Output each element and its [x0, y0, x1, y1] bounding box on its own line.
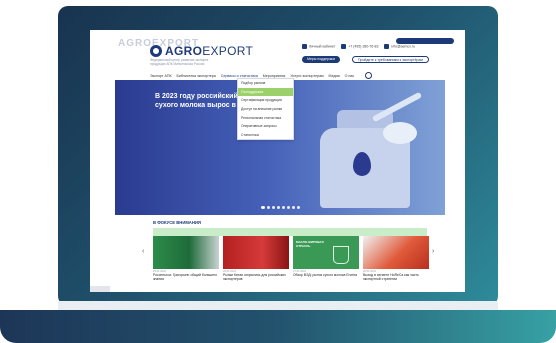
news-card-image — [153, 236, 219, 269]
carousel-prev-icon[interactable]: ‹ — [142, 248, 144, 255]
focus-highlight-bar — [153, 228, 427, 236]
carousel-dot[interactable] — [266, 206, 270, 209]
news-card-title[interactable]: Россельхоз: Григорьев: общий большего зн… — [153, 273, 219, 281]
news-card[interactable]: 29.01.2024 Россельхоз: Григорьев: общий … — [153, 236, 219, 281]
nav-item-about[interactable]: О нас — [345, 74, 355, 78]
carousel-dot[interactable] — [286, 206, 290, 209]
cabinet-link[interactable]: Личный кабинет — [302, 44, 335, 49]
dropdown-item-markets[interactable]: Подбор рынков — [238, 79, 293, 88]
news-card[interactable]: МАСЛО-ЖИРОВАЯ ОТРАСЛЬ 27.01.2024 Обзор В… — [293, 236, 359, 277]
carousel-dot[interactable] — [291, 206, 295, 209]
logo-text: AGROEXPORT — [165, 44, 254, 58]
site-subtitle: Федеральный центр развития экспорта прод… — [150, 58, 209, 66]
header-links: Личный кабинет +7 (495) 280-76-83 info@a… — [302, 44, 415, 49]
news-card[interactable]: 26.01.2024 Выход в сегмент HoReCa как ча… — [363, 236, 429, 281]
carousel-dot[interactable] — [296, 206, 300, 209]
carousel-dots — [115, 206, 445, 209]
requirements-button[interactable]: Пройдите к требованиям к экспортёрам — [352, 56, 429, 63]
dropdown-item-requests[interactable]: Оперативные запросы — [238, 122, 293, 131]
support-measures-button[interactable]: Меры поддержки — [302, 56, 340, 63]
site-logo[interactable]: AGROEXPORT — [150, 44, 253, 58]
news-card-title[interactable]: Рынки Китая открылись для российских экс… — [223, 273, 289, 281]
laptop-hinge — [58, 301, 498, 310]
nav-item-library[interactable]: Библиотека экспортера — [177, 74, 216, 78]
laptop-base — [0, 310, 556, 343]
email-link[interactable]: info@aemcx.ru — [384, 44, 415, 49]
nav-item-events[interactable]: Мероприятия — [263, 74, 286, 78]
carousel-dot[interactable] — [260, 206, 265, 209]
spoon-head — [383, 122, 417, 144]
carousel-dot[interactable] — [276, 206, 280, 209]
news-card-image — [363, 236, 429, 269]
nav-item-export[interactable]: Экспорт АПК — [150, 74, 172, 78]
news-card-image — [223, 236, 289, 269]
carousel-next-icon[interactable]: › — [432, 248, 434, 255]
carousel-dot[interactable] — [271, 206, 275, 209]
nav-item-exporter-services[interactable]: Услуги экспортерам — [290, 74, 323, 78]
services-dropdown: Подбор рынков Господдержка Сертификация … — [237, 78, 294, 141]
focus-section-title: В ФОКУСЕ ВНИМАНИЯ — [153, 220, 201, 225]
spoon-icon — [371, 91, 423, 123]
nav-item-media[interactable]: Медиа — [329, 74, 340, 78]
nav-item-services[interactable]: Сервисы и статистика — [221, 74, 258, 78]
phone-icon — [341, 44, 347, 49]
news-card-image: МАСЛО-ЖИРОВАЯ ОТРАСЛЬ — [293, 236, 359, 269]
milk-drop-icon — [353, 152, 371, 176]
logo-mark-icon — [150, 45, 162, 57]
laptop-screen: AGROEXPORT AGROEXPORT Федеральный центр … — [90, 30, 465, 292]
search-icon[interactable] — [365, 72, 373, 79]
news-card-label: МАСЛО-ЖИРОВАЯ ОТРАСЛЬ — [296, 240, 324, 248]
dropdown-item-market-access[interactable]: Доступ на внешние рынки — [238, 105, 293, 114]
mail-icon — [384, 44, 390, 49]
screen-corner-tag — [90, 286, 110, 292]
news-card-title[interactable]: Выход в сегмент HoReCa как часть экспорт… — [363, 273, 429, 281]
phone-link[interactable]: +7 (495) 280-76-83 — [341, 44, 378, 49]
user-icon — [302, 44, 307, 49]
news-card[interactable]: 29.01.2024 Рынки Китая открылись для рос… — [223, 236, 289, 281]
carousel-dot[interactable] — [281, 206, 285, 209]
news-card-title[interactable]: Обзор ВЭД: рынок сухого молока Египта — [293, 273, 359, 277]
dropdown-item-state-support[interactable]: Господдержка — [238, 87, 293, 97]
dropdown-item-regional-stats[interactable]: Региональная статистика — [238, 113, 293, 122]
flask-icon — [333, 246, 349, 264]
dropdown-item-certification[interactable]: Сертификация продукции — [238, 96, 293, 105]
dropdown-item-statistics[interactable]: Статистика — [238, 131, 293, 140]
